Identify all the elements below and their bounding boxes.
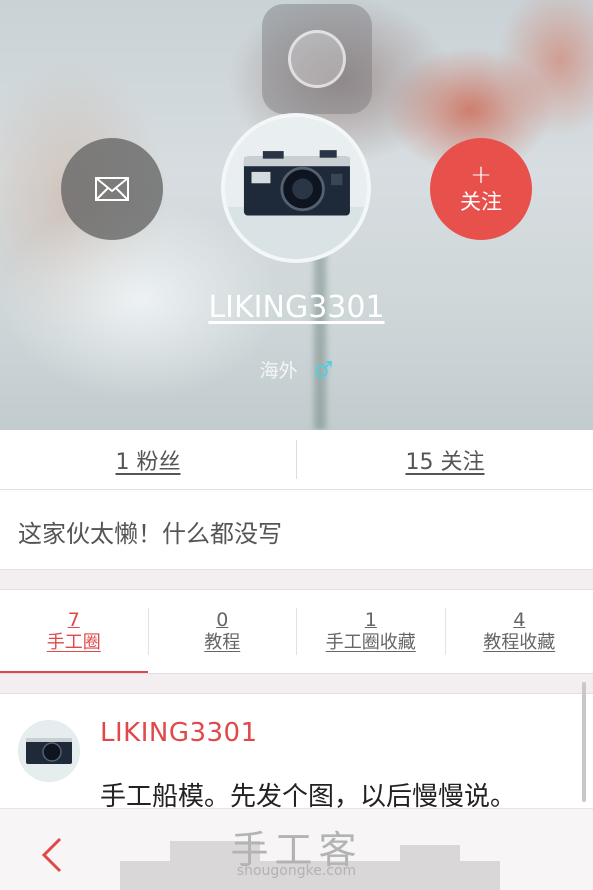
bottom-bar: 手工客 shougongke.com xyxy=(0,808,593,890)
brand-url: shougongke.com xyxy=(236,863,357,879)
tab-count: 1 xyxy=(364,608,377,631)
camera-avatar-image xyxy=(225,117,367,259)
assistive-touch-button[interactable] xyxy=(262,4,372,114)
tab-label: 教程 xyxy=(204,631,241,653)
content-tabs: 7 手工圈 0 教程 1 手工圈收藏 4 教程收藏 xyxy=(0,589,593,674)
plus-icon: + xyxy=(470,160,492,190)
post-author-name[interactable]: LIKING3301 xyxy=(100,718,258,748)
tab-label: 手工圈收藏 xyxy=(325,631,416,653)
tab-count: 4 xyxy=(513,608,526,631)
profile-cover: + 关注 LIKING3301 海外 ♂ xyxy=(0,0,593,430)
mail-icon xyxy=(95,177,129,201)
camera-avatar-image xyxy=(18,720,80,782)
post-author-avatar[interactable] xyxy=(18,720,80,782)
following-count-link[interactable]: 15 关注 xyxy=(297,430,593,489)
cover-stem-decoration xyxy=(312,250,328,430)
tab-tutorials[interactable]: 0 教程 xyxy=(149,590,297,673)
tab-label: 教程收藏 xyxy=(483,631,556,653)
follow-label: 关注 xyxy=(460,190,502,214)
tab-handcraft-circle[interactable]: 7 手工圈 xyxy=(0,590,148,673)
gender-male-icon: ♂ xyxy=(313,358,334,383)
message-button[interactable] xyxy=(61,138,163,240)
profile-location: 海外 xyxy=(259,360,298,382)
tab-circle-favorites[interactable]: 1 手工圈收藏 xyxy=(297,590,445,673)
tab-tutorial-favorites[interactable]: 4 教程收藏 xyxy=(446,590,593,673)
profile-bio: 这家伙太懒！什么都没写 xyxy=(0,490,593,570)
tab-count: 7 xyxy=(67,608,80,631)
assistive-touch-ring-icon xyxy=(288,30,346,88)
scrollbar[interactable] xyxy=(582,682,586,802)
follow-button[interactable]: + 关注 xyxy=(430,138,532,240)
fans-count-link[interactable]: 1 粉丝 xyxy=(0,430,296,489)
profile-username[interactable]: LIKING3301 xyxy=(0,290,593,325)
profile-avatar[interactable] xyxy=(221,113,371,263)
profile-location-row: 海外 ♂ xyxy=(0,356,593,383)
tab-count: 0 xyxy=(216,608,229,631)
stats-bar: 1 粉丝 15 关注 xyxy=(0,430,593,490)
tab-label: 手工圈 xyxy=(46,631,101,653)
